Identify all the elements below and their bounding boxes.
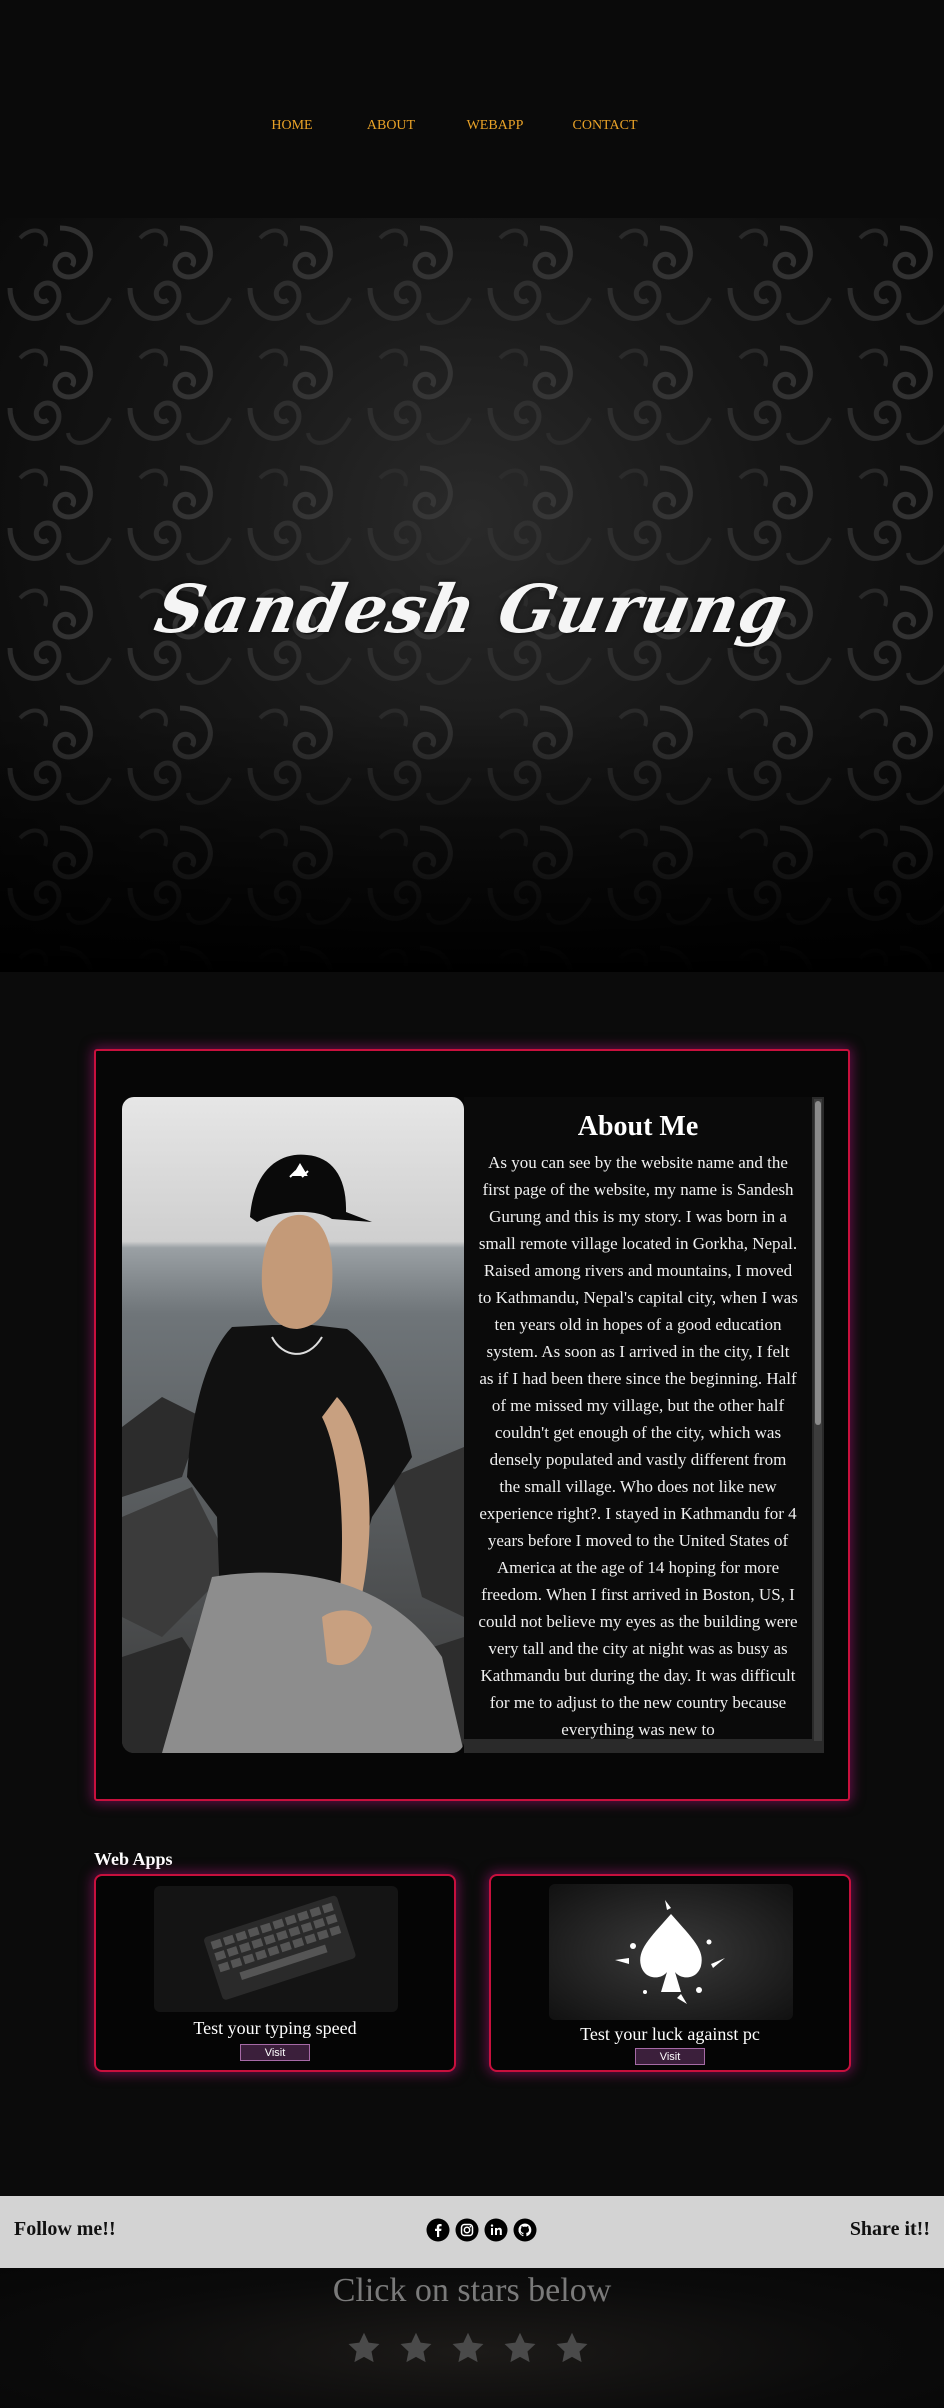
nav-webapp-link[interactable]: WEBAPP — [442, 118, 548, 134]
about-scrollbar[interactable] — [814, 1099, 822, 1741]
rating-stars — [346, 2330, 590, 2366]
hero-fade-overlay — [0, 712, 944, 972]
follow-me-label: Follow me!! — [14, 2218, 116, 2240]
share-it-label: Share it!! — [849, 2218, 930, 2240]
instagram-icon[interactable] — [455, 2218, 479, 2247]
star-icon[interactable] — [450, 2330, 486, 2366]
webapp-card-label: Test your typing speed — [193, 2018, 357, 2038]
github-icon[interactable] — [513, 2218, 537, 2247]
about-scroll-area[interactable]: About Me As you can see by the website n… — [464, 1097, 812, 1739]
visit-luck-button[interactable]: Visit — [635, 2048, 705, 2065]
star-icon[interactable] — [346, 2330, 382, 2366]
linkedin-icon[interactable] — [484, 2218, 508, 2247]
keyboard-image — [154, 1886, 398, 2012]
webapps-title: Web Apps — [94, 1849, 173, 1869]
facebook-icon[interactable] — [426, 2218, 450, 2247]
hero-title: Sandesh Gurung — [148, 570, 796, 648]
webapp-card-label: Test your luck against pc — [580, 2024, 760, 2044]
webapp-card-typing: Test your typing speed Visit — [94, 1874, 456, 2072]
about-section: About Me As you can see by the website n… — [94, 1049, 850, 1801]
social-links — [426, 2218, 537, 2247]
nav-links: HOME ABOUT WEBAPP CONTACT — [0, 118, 944, 134]
about-text-panel[interactable]: About Me As you can see by the website n… — [464, 1097, 824, 1753]
rating-prompt: Click on stars below — [332, 2272, 612, 2309]
about-paragraph: As you can see by the website name and t… — [478, 1153, 798, 1739]
spade-card-image — [549, 1884, 793, 2020]
visit-typing-button[interactable]: Visit — [240, 2044, 310, 2061]
webapp-card-luck: Test your luck against pc Visit — [489, 1874, 851, 2072]
star-icon[interactable] — [502, 2330, 538, 2366]
nav-home-link[interactable]: HOME — [244, 118, 340, 134]
about-heading: About Me — [577, 1111, 699, 1142]
footer-bar: Follow me!! Share it!! — [0, 2196, 944, 2268]
top-navigation: HOME ABOUT WEBAPP CONTACT — [0, 0, 944, 218]
about-scrollbar-thumb[interactable] — [815, 1101, 821, 1425]
star-icon[interactable] — [398, 2330, 434, 2366]
star-icon[interactable] — [554, 2330, 590, 2366]
hero-banner: Sandesh Gurung — [0, 218, 944, 972]
profile-photo — [122, 1097, 464, 1753]
nav-contact-link[interactable]: CONTACT — [548, 118, 662, 134]
nav-about-link[interactable]: ABOUT — [340, 118, 442, 134]
rating-section: Click on stars below — [0, 2268, 944, 2408]
